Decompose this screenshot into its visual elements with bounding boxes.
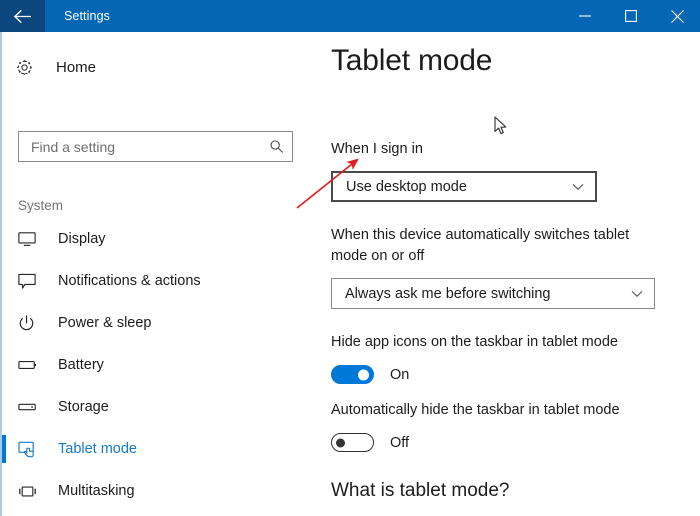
sidebar-item-home[interactable]: Home bbox=[16, 52, 96, 82]
search-icon bbox=[268, 139, 284, 154]
sidebar-home-label: Home bbox=[56, 58, 97, 76]
setting-label: When this device automatically switches … bbox=[331, 227, 630, 264]
power-icon bbox=[18, 314, 44, 332]
maximize-icon bbox=[625, 10, 637, 22]
window-body: Home System bbox=[0, 32, 700, 516]
sign-in-mode-dropdown[interactable]: Use desktop mode bbox=[331, 171, 597, 202]
chevron-down-icon bbox=[571, 183, 585, 191]
toggle-knob bbox=[358, 369, 369, 380]
setting-when-i-sign-in: When I sign in Use desktop mode bbox=[331, 139, 597, 202]
monitor-icon bbox=[18, 231, 44, 247]
multitasking-icon bbox=[18, 485, 44, 498]
gear-icon bbox=[16, 59, 38, 76]
selection-accent-bar bbox=[2, 477, 6, 505]
speech-bubble-icon bbox=[18, 273, 44, 290]
sidebar-item-notifications-actions[interactable]: Notifications & actions bbox=[2, 260, 312, 302]
toggle-state-label: On bbox=[390, 366, 410, 383]
sidebar-item-label: Storage bbox=[58, 399, 109, 415]
sidebar-item-display[interactable]: Display bbox=[2, 218, 312, 260]
selection-accent-bar bbox=[2, 435, 6, 463]
search-input[interactable] bbox=[31, 132, 268, 161]
main-content: Tablet mode When I sign in Use desktop m… bbox=[312, 32, 700, 516]
sidebar-item-label: Tablet mode bbox=[58, 441, 137, 457]
sidebar-item-power-sleep[interactable]: Power & sleep bbox=[2, 302, 312, 344]
selection-accent-bar bbox=[2, 267, 6, 295]
sidebar-item-label: Multitasking bbox=[58, 483, 135, 499]
toggle-state-label: Off bbox=[390, 434, 410, 451]
setting-auto-switch: When this device automatically switches … bbox=[331, 225, 665, 309]
toggle-row: Off bbox=[331, 433, 671, 452]
sidebar-item-label: Notifications & actions bbox=[58, 273, 201, 289]
close-icon bbox=[670, 9, 684, 23]
sidebar-item-battery[interactable]: Battery bbox=[2, 344, 312, 386]
sidebar-nav: Display Notifications & actions Power & … bbox=[2, 218, 312, 512]
tablet-hand-icon bbox=[18, 441, 44, 458]
toggle-row: On bbox=[331, 365, 671, 384]
close-button[interactable] bbox=[654, 0, 700, 32]
sidebar-item-label: Power & sleep bbox=[58, 315, 152, 331]
sidebar-group-label: System bbox=[18, 198, 64, 213]
back-arrow-icon bbox=[13, 9, 32, 24]
setting-label: Hide app icons on the taskbar in tablet … bbox=[331, 334, 618, 350]
settings-window: Settings Home Find a setting System Disp… bbox=[0, 0, 700, 516]
dropdown-selected-value: Use desktop mode bbox=[346, 178, 467, 195]
battery-icon bbox=[18, 359, 44, 371]
setting-auto-hide-taskbar: Automatically hide the taskbar in tablet… bbox=[331, 400, 671, 452]
sidebar: Home System bbox=[2, 32, 312, 516]
selection-accent-bar bbox=[2, 393, 6, 421]
setting-hide-app-icons: Hide app icons on the taskbar in tablet … bbox=[331, 332, 671, 384]
back-button[interactable] bbox=[0, 0, 45, 32]
selection-accent-bar bbox=[2, 351, 6, 379]
sidebar-item-label: Display bbox=[58, 231, 106, 247]
search-box[interactable] bbox=[18, 131, 293, 162]
auto-hide-taskbar-toggle[interactable] bbox=[331, 433, 374, 452]
selection-accent-bar bbox=[2, 225, 6, 253]
chevron-down-icon bbox=[630, 290, 644, 298]
sidebar-item-multitasking[interactable]: Multitasking bbox=[2, 470, 312, 512]
setting-label: When I sign in bbox=[331, 141, 423, 157]
sidebar-item-tablet-mode[interactable]: Tablet mode bbox=[2, 428, 312, 470]
title-bar: Settings bbox=[0, 0, 700, 32]
selection-accent-bar bbox=[2, 309, 6, 337]
toggle-knob bbox=[336, 438, 345, 447]
hide-app-icons-toggle[interactable] bbox=[331, 365, 374, 384]
drive-icon bbox=[18, 402, 44, 412]
mouse-pointer-icon bbox=[494, 116, 509, 142]
minimize-button[interactable] bbox=[562, 0, 608, 32]
setting-label: Automatically hide the taskbar in tablet… bbox=[331, 402, 620, 418]
minimize-icon bbox=[579, 10, 591, 22]
info-heading: What is tablet mode? bbox=[331, 480, 510, 501]
window-controls bbox=[562, 0, 700, 32]
page-title: Tablet mode bbox=[331, 44, 493, 77]
window-title: Settings bbox=[64, 9, 110, 23]
maximize-button[interactable] bbox=[608, 0, 654, 32]
sidebar-item-storage[interactable]: Storage bbox=[2, 386, 312, 428]
dropdown-selected-value: Always ask me before switching bbox=[345, 285, 551, 302]
info-section: What is tablet mode? Tablet mode optimiz… bbox=[331, 480, 691, 516]
sidebar-item-label: Battery bbox=[58, 357, 104, 373]
auto-switch-dropdown[interactable]: Always ask me before switching bbox=[331, 278, 655, 309]
